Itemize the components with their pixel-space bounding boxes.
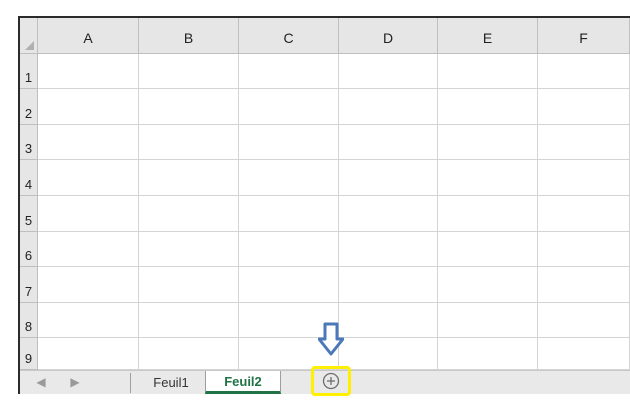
row-label: 9 [24, 351, 33, 366]
cell-e3[interactable] [438, 125, 538, 160]
cell-c6[interactable] [239, 232, 339, 267]
row-label: 4 [24, 177, 33, 192]
cell-a3[interactable] [38, 125, 139, 160]
cell-b7[interactable] [139, 267, 239, 303]
row-label: 5 [24, 213, 33, 228]
cell-e8[interactable] [438, 303, 538, 338]
cell-a1[interactable] [38, 54, 139, 89]
row-header-9[interactable]: 9 [20, 338, 38, 370]
spreadsheet-window: A B C D E F 1 2 3 4 5 6 7 8 9 ◀ ▶ Feuil1… [0, 0, 630, 410]
select-all-triangle-icon [25, 41, 34, 50]
cell-f1[interactable] [538, 54, 630, 89]
cell-b9[interactable] [139, 338, 239, 370]
row-label: 7 [24, 284, 33, 299]
cell-f3[interactable] [538, 125, 630, 160]
cell-f4[interactable] [538, 160, 630, 196]
cell-a4[interactable] [38, 160, 139, 196]
scroll-tabs-left-icon[interactable]: ◀ [34, 375, 48, 389]
cell-f8[interactable] [538, 303, 630, 338]
row-header-5[interactable]: 5 [20, 196, 38, 232]
cell-d6[interactable] [339, 232, 438, 267]
row-header-3[interactable]: 3 [20, 125, 38, 160]
scroll-tabs-right-icon[interactable]: ▶ [68, 375, 82, 389]
sheet-tab-feuil2[interactable]: Feuil2 [205, 371, 281, 394]
cell-e9[interactable] [438, 338, 538, 370]
cell-a8[interactable] [38, 303, 139, 338]
cell-b6[interactable] [139, 232, 239, 267]
cell-c5[interactable] [239, 196, 339, 232]
cell-e4[interactable] [438, 160, 538, 196]
cell-d8[interactable] [339, 303, 438, 338]
column-label: B [183, 29, 194, 46]
cell-f7[interactable] [538, 267, 630, 303]
sheet-tab-label: Feuil1 [153, 375, 189, 390]
cell-c2[interactable] [239, 89, 339, 125]
column-label: C [283, 29, 294, 46]
cell-f2[interactable] [538, 89, 630, 125]
row-header-4[interactable]: 4 [20, 160, 38, 196]
row-header-7[interactable]: 7 [20, 267, 38, 303]
cell-b5[interactable] [139, 196, 239, 232]
cell-e5[interactable] [438, 196, 538, 232]
column-header-a[interactable]: A [38, 18, 139, 54]
cell-a7[interactable] [38, 267, 139, 303]
cell-a6[interactable] [38, 232, 139, 267]
column-header-d[interactable]: D [339, 18, 438, 54]
cell-b1[interactable] [139, 54, 239, 89]
cell-f6[interactable] [538, 232, 630, 267]
row-label: 1 [24, 70, 33, 85]
cell-c3[interactable] [239, 125, 339, 160]
cell-d2[interactable] [339, 89, 438, 125]
cell-b4[interactable] [139, 160, 239, 196]
select-all-corner[interactable] [20, 18, 38, 54]
row-header-2[interactable]: 2 [20, 89, 38, 125]
sheet-tab-label: Feuil2 [224, 373, 262, 389]
column-header-c[interactable]: C [239, 18, 339, 54]
column-label: F [579, 29, 588, 46]
plus-circle-icon [322, 372, 340, 390]
column-label: D [382, 29, 394, 46]
cell-f9[interactable] [538, 338, 630, 370]
down-arrow-icon [318, 322, 344, 356]
row-label: 6 [24, 248, 33, 263]
row-header-6[interactable]: 6 [20, 232, 38, 267]
cell-d3[interactable] [339, 125, 438, 160]
cell-d5[interactable] [339, 196, 438, 232]
cell-e1[interactable] [438, 54, 538, 89]
cell-a5[interactable] [38, 196, 139, 232]
sheet-tab-feuil1[interactable]: Feuil1 [138, 371, 204, 394]
cell-d4[interactable] [339, 160, 438, 196]
row-label: 2 [24, 106, 33, 121]
column-header-f[interactable]: F [538, 18, 630, 54]
column-header-e[interactable]: E [438, 18, 538, 54]
row-header-8[interactable]: 8 [20, 303, 38, 338]
cell-e6[interactable] [438, 232, 538, 267]
cell-d7[interactable] [339, 267, 438, 303]
cell-f5[interactable] [538, 196, 630, 232]
tab-divider [130, 373, 131, 393]
cell-b2[interactable] [139, 89, 239, 125]
new-sheet-button[interactable] [311, 366, 351, 396]
cell-c1[interactable] [239, 54, 339, 89]
cell-e7[interactable] [438, 267, 538, 303]
cell-b3[interactable] [139, 125, 239, 160]
cell-d1[interactable] [339, 54, 438, 89]
cell-d9[interactable] [339, 338, 438, 370]
row-label: 3 [24, 141, 33, 156]
column-header-b[interactable]: B [139, 18, 239, 54]
cell-c7[interactable] [239, 267, 339, 303]
cell-c4[interactable] [239, 160, 339, 196]
row-header-1[interactable]: 1 [20, 54, 38, 89]
column-label: E [482, 29, 493, 46]
cell-b8[interactable] [139, 303, 239, 338]
cell-a9[interactable] [38, 338, 139, 370]
row-label: 8 [24, 319, 33, 334]
cell-e2[interactable] [438, 89, 538, 125]
column-label: A [83, 29, 93, 46]
cell-a2[interactable] [38, 89, 139, 125]
